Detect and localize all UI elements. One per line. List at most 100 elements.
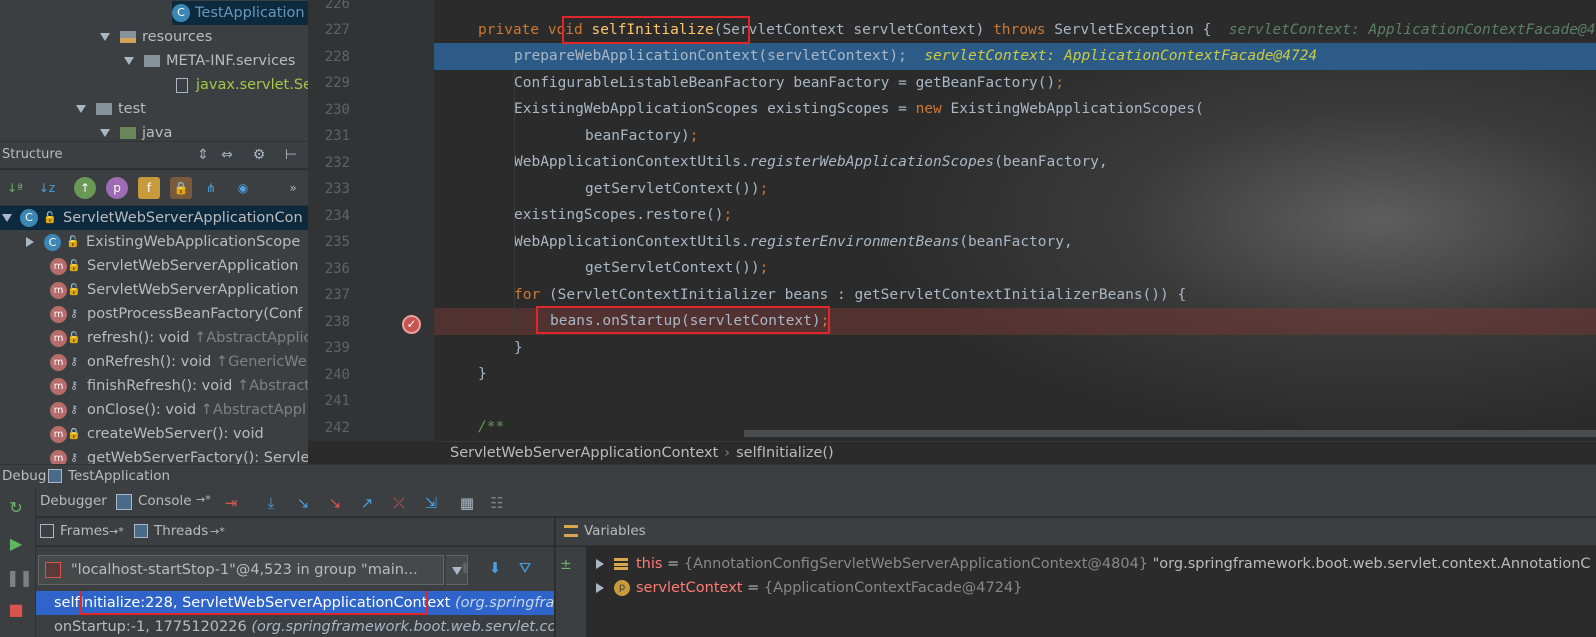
code-line-228-execution-point[interactable]: prepareWebApplicationContext(servletCont…: [434, 43, 1596, 70]
force-step-into-icon[interactable]: ↘: [324, 492, 346, 514]
variable-row-servletcontext[interactable]: p servletContext = {ApplicationContextFac…: [586, 576, 1596, 600]
next-frame-icon[interactable]: ⬇: [484, 557, 506, 579]
sort-by-visibility-icon[interactable]: ↓ª: [4, 177, 26, 199]
tree-item-test[interactable]: test: [76, 97, 146, 121]
sort-alphabetically-icon[interactable]: ↓z: [36, 177, 58, 199]
gear-icon[interactable]: ⚙: [250, 146, 268, 164]
chevron-down-icon[interactable]: [124, 57, 134, 65]
previous-frame-icon[interactable]: ⬆: [454, 557, 476, 579]
code-line-229[interactable]: ConfigurableListableBeanFactory beanFact…: [434, 70, 1596, 97]
debug-side-toolbar: ↻ ▶ ❚❚ ■: [0, 488, 36, 637]
show-inherited-icon[interactable]: ↑: [74, 177, 96, 199]
code-line-234[interactable]: existingScopes.restore();: [434, 202, 1596, 229]
folder-icon: [96, 103, 112, 115]
structure-member[interactable]: m ⚷ onClose(): void ↑AbstractAppl: [0, 398, 308, 422]
protected-icon: ⚷: [69, 451, 79, 464]
editor-horizontal-scrollbar[interactable]: [744, 430, 1596, 437]
chevron-down-icon[interactable]: [100, 33, 110, 41]
collapse-all-icon[interactable]: ⇔: [218, 146, 236, 164]
frame-row[interactable]: onStartup:-1, 1775120226 (org.springfram…: [36, 615, 554, 637]
structure-root[interactable]: C 🔓 ServletWebServerApplicationCon: [0, 206, 308, 230]
step-over-icon[interactable]: ⤓: [260, 492, 282, 514]
console-pin[interactable]: →*: [196, 493, 211, 506]
line-number: 233: [324, 181, 350, 197]
step-into-icon[interactable]: ↘: [292, 492, 314, 514]
tab-debugger[interactable]: Debugger: [40, 493, 107, 509]
breadcrumb-method[interactable]: selfInitialize(): [736, 445, 834, 461]
code-line-233[interactable]: getServletContext());: [434, 176, 1596, 203]
method-icon: m: [50, 401, 67, 419]
structure-member[interactable]: m ⚷ finishRefresh(): void ↑Abstract: [0, 374, 308, 398]
chevron-right-icon[interactable]: [26, 237, 34, 247]
project-tree: C TestApplication resources META-INF.serv…: [0, 0, 308, 141]
breakpoint-icon[interactable]: ✓: [402, 315, 421, 334]
variable-row-this[interactable]: this = {AnnotationConfigServletWebServer…: [586, 552, 1596, 576]
chevron-right-icon[interactable]: [596, 583, 604, 593]
variables-icon: [564, 525, 578, 537]
stop-icon[interactable]: ■: [6, 600, 26, 620]
debug-tool-window-header: Debug TestApplication: [0, 464, 1596, 488]
show-lambdas-icon[interactable]: ◉: [232, 177, 254, 199]
frames-pin[interactable]: →*: [109, 518, 124, 545]
structure-member[interactable]: m 🔓 ServletWebServerApplication: [0, 254, 308, 278]
tree-item-servlet-file[interactable]: javax.servlet.Se: [176, 73, 308, 97]
code-line-239[interactable]: }: [434, 335, 1596, 362]
breadcrumb-class[interactable]: ServletWebServerApplicationContext: [450, 445, 718, 461]
tree-item-meta-inf-services[interactable]: META-INF.services: [124, 49, 295, 73]
show-fields-icon[interactable]: f: [138, 177, 160, 199]
tree-item-resources[interactable]: resources: [100, 25, 212, 49]
structure-member[interactable]: m 🔒 createWebServer(): void: [0, 422, 308, 446]
code-line-240[interactable]: }: [434, 361, 1596, 388]
filter-icon[interactable]: ⛛: [514, 557, 536, 579]
line-number: 229: [324, 75, 350, 91]
tab-console[interactable]: Console: [138, 493, 192, 509]
code-line-232[interactable]: WebApplicationContextUtils.registerWebAp…: [434, 149, 1596, 176]
line-number: 234: [324, 208, 350, 224]
code-line-236[interactable]: getServletContext());: [434, 255, 1596, 282]
chevron-down-icon[interactable]: [76, 105, 86, 113]
structure-member[interactable]: m 🔓 ServletWebServerApplication: [0, 278, 308, 302]
thread-selector-area: "localhost-startStop-1"@4,523 in group "…: [36, 547, 554, 591]
structure-member[interactable]: C 🔓 ExistingWebApplicationScope: [0, 230, 308, 254]
code-line-237[interactable]: for (ServletContextInitializer beans : g…: [434, 282, 1596, 309]
line-number: 226: [324, 0, 350, 12]
line-number: 239: [324, 340, 350, 356]
show-execution-point-icon[interactable]: ⇥: [220, 492, 242, 514]
tab-frames[interactable]: Frames: [60, 518, 109, 545]
structure-member[interactable]: m 🔓 refresh(): void ↑AbstractApplic: [0, 326, 308, 350]
more-icon[interactable]: »: [282, 177, 304, 199]
chevron-right-icon[interactable]: [596, 559, 604, 569]
chevron-down-icon[interactable]: [2, 214, 12, 222]
run-config-tab[interactable]: TestApplication: [68, 465, 170, 487]
structure-member[interactable]: m ⚷ getWebServerFactory(): Servle: [0, 446, 308, 464]
threads-pin[interactable]: →*: [210, 518, 225, 545]
new-watch-icon[interactable]: ±: [560, 557, 572, 573]
show-anonymous-icon[interactable]: ⋔: [200, 177, 222, 199]
pause-icon[interactable]: ❚❚: [6, 568, 33, 588]
structure-member[interactable]: m ⚷ onRefresh(): void ↑GenericWe: [0, 350, 308, 374]
run-to-cursor-icon[interactable]: ⇲: [420, 492, 442, 514]
trace-icon[interactable]: ☷: [486, 492, 508, 514]
code-line-235[interactable]: WebApplicationContextUtils.registerEnvir…: [434, 229, 1596, 256]
rerun-icon[interactable]: ↻: [6, 498, 26, 518]
chevron-down-icon[interactable]: [100, 129, 110, 137]
show-properties-icon[interactable]: p: [106, 177, 128, 199]
expand-all-icon[interactable]: ⇕: [194, 146, 212, 164]
source-folder-icon: [120, 127, 136, 139]
tree-item-java[interactable]: java: [100, 121, 172, 141]
hide-panel-icon[interactable]: ⊢: [282, 146, 300, 164]
annotation-box-onstartup-call: [536, 306, 830, 334]
step-out-icon[interactable]: ↗: [356, 492, 378, 514]
tab-variables[interactable]: Variables: [584, 518, 646, 545]
evaluate-expression-icon[interactable]: ▦: [456, 492, 478, 514]
code-line-230[interactable]: ExistingWebApplicationScopes existingSco…: [434, 96, 1596, 123]
thread-dropdown[interactable]: "localhost-startStop-1"@4,523 in group "…: [38, 555, 444, 585]
structure-member[interactable]: m ⚷ postProcessBeanFactory(Conf: [0, 302, 308, 326]
code-line-231[interactable]: beanFactory);: [434, 123, 1596, 150]
drop-frame-icon[interactable]: ⤫: [388, 492, 410, 514]
tab-threads[interactable]: Threads: [154, 518, 208, 545]
resume-icon[interactable]: ▶: [6, 534, 26, 554]
code-editor[interactable]: 226 227 228 229 230 231 232 233 234 235 …: [308, 0, 1596, 441]
show-non-public-icon[interactable]: 🔒: [170, 177, 192, 199]
tree-item-testapplication[interactable]: C TestApplication: [172, 1, 308, 25]
